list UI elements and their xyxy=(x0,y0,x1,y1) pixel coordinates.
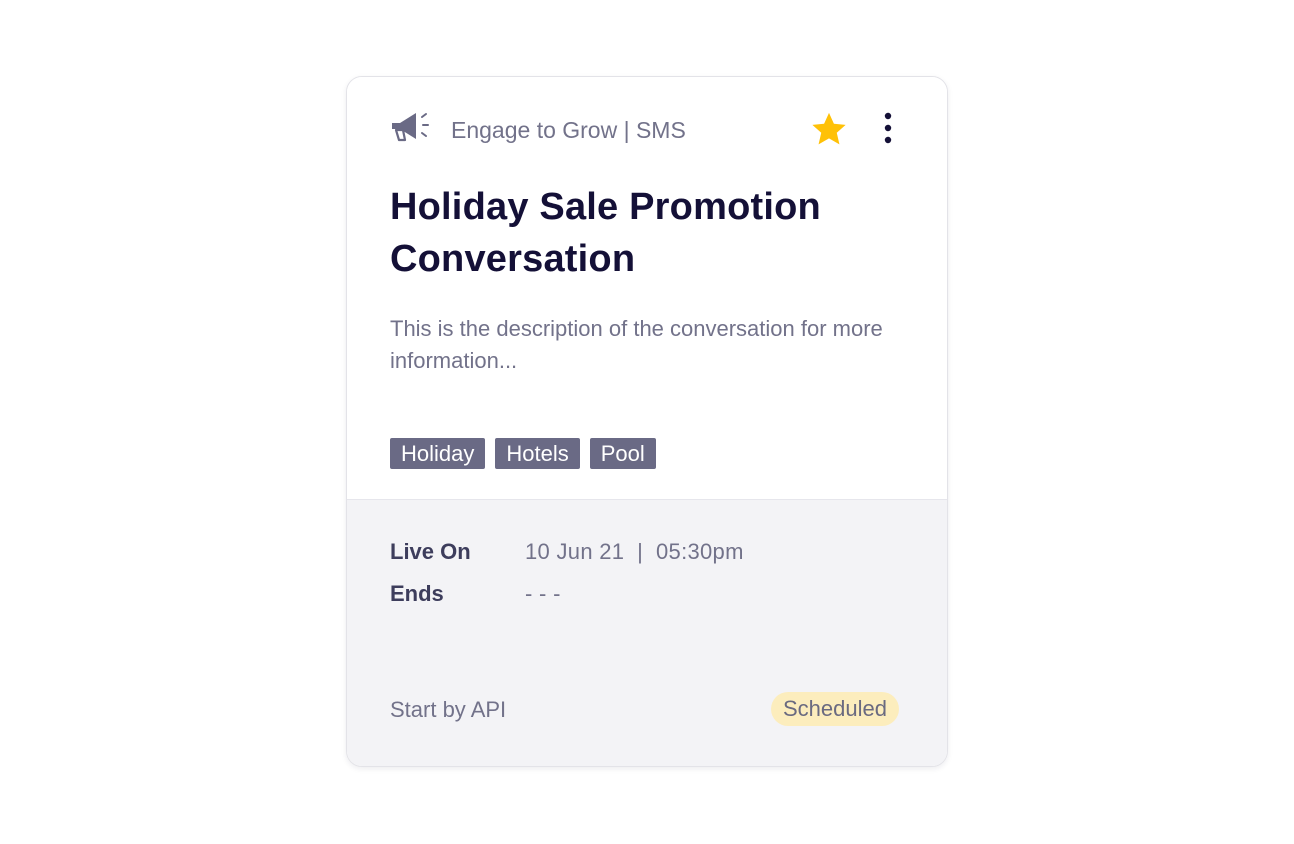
conversation-title: Holiday Sale Promotion Conversation xyxy=(390,186,821,280)
start-by-label: Start by API xyxy=(390,697,507,722)
tag: Pool xyxy=(589,438,656,469)
status-badge: Scheduled xyxy=(771,692,899,726)
megaphone-icon xyxy=(392,113,429,142)
channel-label: Engage to Grow | SMS xyxy=(451,117,686,143)
tag-list: Holiday Hotels Pool xyxy=(390,438,656,470)
live-on-row: Live On 10 Jun 21 | 05:30pm xyxy=(390,539,890,569)
live-on-label: Live On xyxy=(390,539,471,564)
tag: Hotels xyxy=(495,438,580,469)
tag: Holiday xyxy=(390,438,486,469)
card-top-section: Engage to Grow | SMS Holiday Sale Promot… xyxy=(347,77,947,499)
conversation-card[interactable]: Engage to Grow | SMS Holiday Sale Promot… xyxy=(346,76,948,767)
ends-value: - - - xyxy=(525,581,561,606)
live-on-value: 10 Jun 21 | 05:30pm xyxy=(525,539,744,564)
ends-row: Ends - - - xyxy=(390,581,890,611)
conversation-description: This is the description of the conversat… xyxy=(390,316,883,373)
card-header: Engage to Grow | SMS xyxy=(390,109,906,149)
more-vertical-icon[interactable] xyxy=(874,110,902,148)
star-icon[interactable] xyxy=(810,110,848,148)
ends-label: Ends xyxy=(390,581,444,606)
